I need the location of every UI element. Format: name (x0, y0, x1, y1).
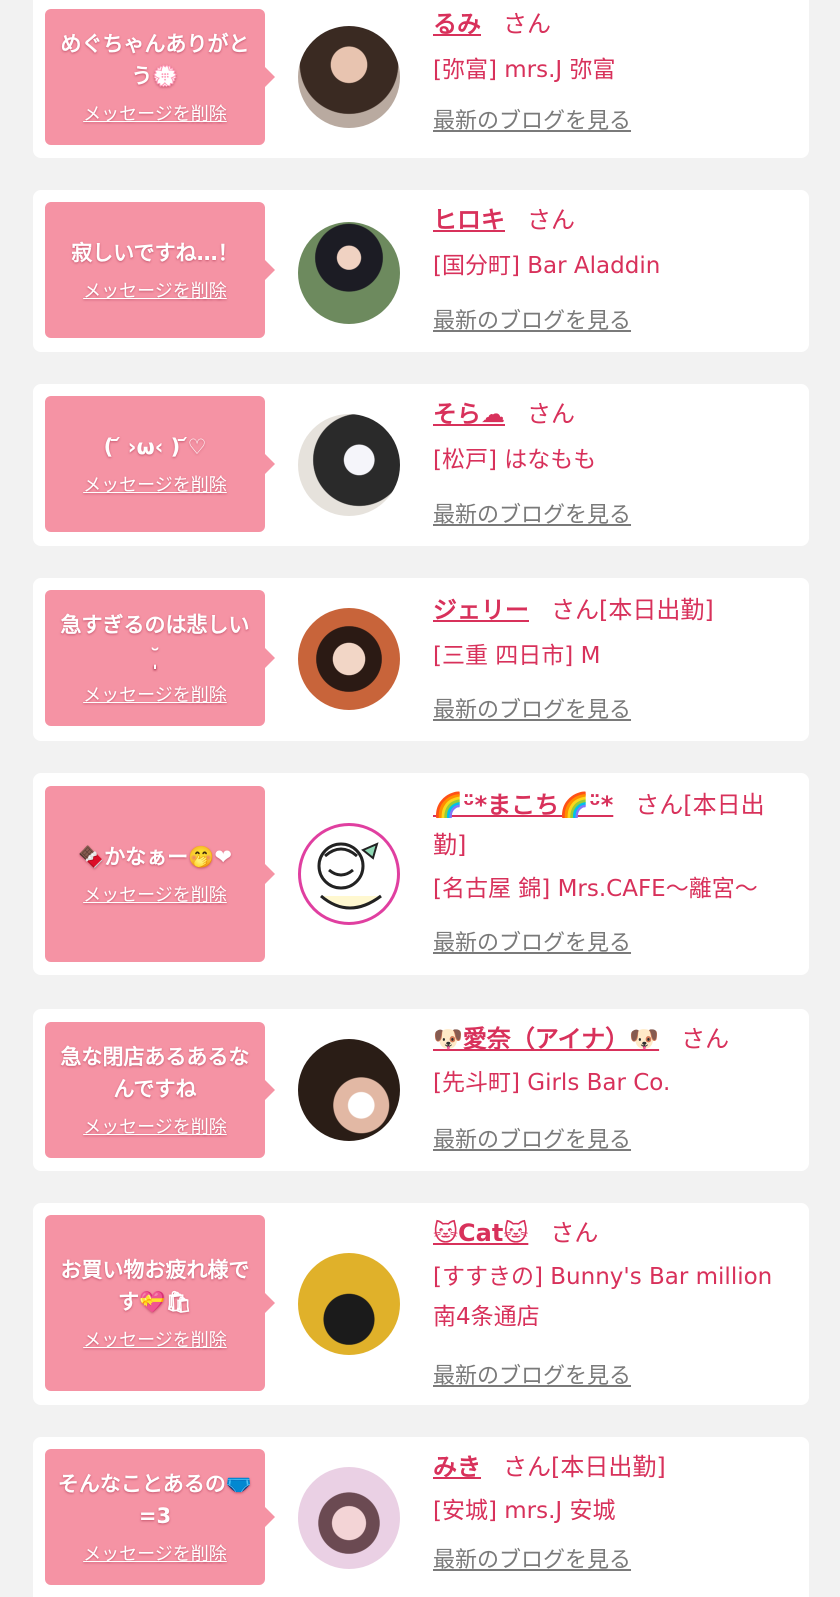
message-card: ( ᷄ ›ω‹ ) ᷄♡ メッセージを削除 そら☁ さん [松戸] はなもも 最新… (33, 384, 809, 546)
user-name-link[interactable]: ヒロキ (433, 206, 505, 234)
message-text: めぐちゃんありがとう💮 (60, 32, 250, 88)
latest-blog-link[interactable]: 最新のブログを見る (433, 1358, 631, 1390)
message-bubble: ( ᷄ ›ω‹ ) ᷄♡ メッセージを削除 (45, 396, 275, 532)
latest-blog-link[interactable]: 最新のブログを見る (433, 692, 631, 724)
delete-message-link[interactable]: メッセージを削除 (83, 277, 227, 303)
message-bubble: 🍫かなぁー🤭❤ メッセージを削除 (45, 786, 275, 962)
message-card: そんなことあるの🩲 =3 メッセージを削除 みき さん[本日出勤] [安城] mr… (33, 1437, 809, 1597)
honorific: さん (527, 400, 575, 428)
user-info: みき さん[本日出勤] [安城] mrs.J 安城 (433, 1447, 793, 1531)
user-info: そら☁ さん [松戸] はなもも (433, 394, 793, 480)
message-card: 急な閉店あるあるなんですね メッセージを削除 🐶愛奈（アイナ）🐶 さん [先斗町]… (33, 1009, 809, 1171)
latest-blog-link[interactable]: 最新のブログを見る (433, 1122, 631, 1154)
message-bubble: 急すぎるのは悲しい ˘̩̩̩ メッセージを削除 (45, 590, 275, 726)
delete-message-link[interactable]: メッセージを削除 (83, 1113, 227, 1139)
user-name-link[interactable]: 🐶愛奈（アイナ）🐶 (433, 1025, 659, 1053)
doodle-icon (317, 842, 382, 910)
avatar[interactable] (298, 414, 400, 516)
shop-name: [弥富] mrs.J 弥富 (433, 57, 616, 83)
latest-blog-link[interactable]: 最新のブログを見る (433, 497, 631, 529)
avatar[interactable] (298, 823, 400, 925)
message-card: めぐちゃんありがとう💮 メッセージを削除 るみ さん [弥富] mrs.J 弥富 … (33, 0, 809, 158)
message-text: 寂しいですね…！ (71, 241, 239, 265)
honorific: さん (681, 1025, 730, 1053)
user-info: るみ さん [弥富] mrs.J 弥富 (433, 4, 793, 90)
message-card: 急すぎるのは悲しい ˘̩̩̩ メッセージを削除 ジェリー さん[本日出勤] [三重… (33, 578, 809, 741)
avatar[interactable] (298, 1039, 400, 1141)
user-info: ジェリー さん[本日出勤] [三重 四日市] M (433, 590, 793, 676)
shop-name: [安城] mrs.J 安城 (433, 1498, 616, 1524)
delete-message-link[interactable]: メッセージを削除 (83, 681, 227, 707)
user-name-link[interactable]: そら☁ (433, 400, 505, 428)
avatar[interactable] (298, 222, 400, 324)
shop-name: [国分町] Bar Aladdin (433, 253, 661, 279)
honorific: さん (527, 206, 575, 234)
message-text: ( ᷄ ›ω‹ ) ᷄♡ (103, 435, 207, 459)
user-info: 🐶愛奈（アイナ）🐶 さん [先斗町] Girls Bar Co. (433, 1019, 793, 1103)
user-info: 🐱Cat🐱 さん [すすきの] Bunny's Bar million 南4条通店 (433, 1213, 793, 1337)
message-card: 🍫かなぁー🤭❤ メッセージを削除 🌈ᵕ̈*まこち🌈ᵕ̈* さん[本日出勤] [名古… (33, 773, 809, 975)
shop-name: [すすきの] Bunny's Bar million 南4条通店 (433, 1264, 773, 1330)
message-text: そんなことあるの🩲 =3 (57, 1472, 253, 1528)
latest-blog-link[interactable]: 最新のブログを見る (433, 103, 631, 135)
avatar[interactable] (298, 608, 400, 710)
shop-name: [松戸] はなもも (433, 447, 597, 473)
honorific: さん[本日出勤] (503, 1453, 666, 1481)
message-text: 急な閉店あるあるなんですね (60, 1045, 250, 1101)
user-name-link[interactable]: ジェリー (433, 596, 529, 624)
delete-message-link[interactable]: メッセージを削除 (83, 1540, 227, 1566)
user-name-link[interactable]: 🐱Cat🐱 (433, 1219, 528, 1247)
delete-message-link[interactable]: メッセージを削除 (83, 881, 227, 907)
honorific: さん (503, 10, 551, 38)
message-bubble: めぐちゃんありがとう💮 メッセージを削除 (45, 9, 275, 145)
message-card: 寂しいですね…！ メッセージを削除 ヒロキ さん [国分町] Bar Aladdi… (33, 190, 809, 352)
avatar[interactable] (298, 26, 400, 128)
delete-message-link[interactable]: メッセージを削除 (83, 1326, 227, 1352)
message-text: 🍫かなぁー🤭❤ (78, 845, 232, 869)
shop-name: [先斗町] Girls Bar Co. (433, 1070, 671, 1096)
message-text: 急すぎるのは悲しい ˘̩̩̩ (60, 613, 250, 669)
avatar[interactable] (298, 1467, 400, 1569)
message-text: お買い物お疲れ様です💝🛍 (60, 1258, 250, 1314)
user-info: 🌈ᵕ̈*まこち🌈ᵕ̈* さん[本日出勤] [名古屋 錦] Mrs.CAFE〜離宮〜 (433, 785, 793, 909)
avatar[interactable] (298, 1253, 400, 1355)
honorific: さん (550, 1219, 599, 1247)
message-bubble: そんなことあるの🩲 =3 メッセージを削除 (45, 1449, 275, 1585)
honorific: さん[本日出勤] (551, 596, 714, 624)
latest-blog-link[interactable]: 最新のブログを見る (433, 1542, 631, 1574)
message-card: お買い物お疲れ様です💝🛍 メッセージを削除 🐱Cat🐱 さん [すすきの] Bun… (33, 1203, 809, 1405)
message-bubble: お買い物お疲れ様です💝🛍 メッセージを削除 (45, 1215, 275, 1391)
latest-blog-link[interactable]: 最新のブログを見る (433, 303, 631, 335)
user-info: ヒロキ さん [国分町] Bar Aladdin (433, 200, 793, 286)
shop-name: [名古屋 錦] Mrs.CAFE〜離宮〜 (433, 876, 758, 902)
user-name-link[interactable]: 🌈ᵕ̈*まこち🌈ᵕ̈* (433, 791, 613, 819)
message-bubble: 急な閉店あるあるなんですね メッセージを削除 (45, 1022, 275, 1158)
shop-name: [三重 四日市] M (433, 643, 601, 669)
delete-message-link[interactable]: メッセージを削除 (83, 100, 227, 126)
user-name-link[interactable]: るみ (433, 10, 481, 38)
user-name-link[interactable]: みき (433, 1453, 481, 1481)
message-bubble: 寂しいですね…！ メッセージを削除 (45, 202, 275, 338)
delete-message-link[interactable]: メッセージを削除 (83, 471, 227, 497)
latest-blog-link[interactable]: 最新のブログを見る (433, 925, 631, 957)
